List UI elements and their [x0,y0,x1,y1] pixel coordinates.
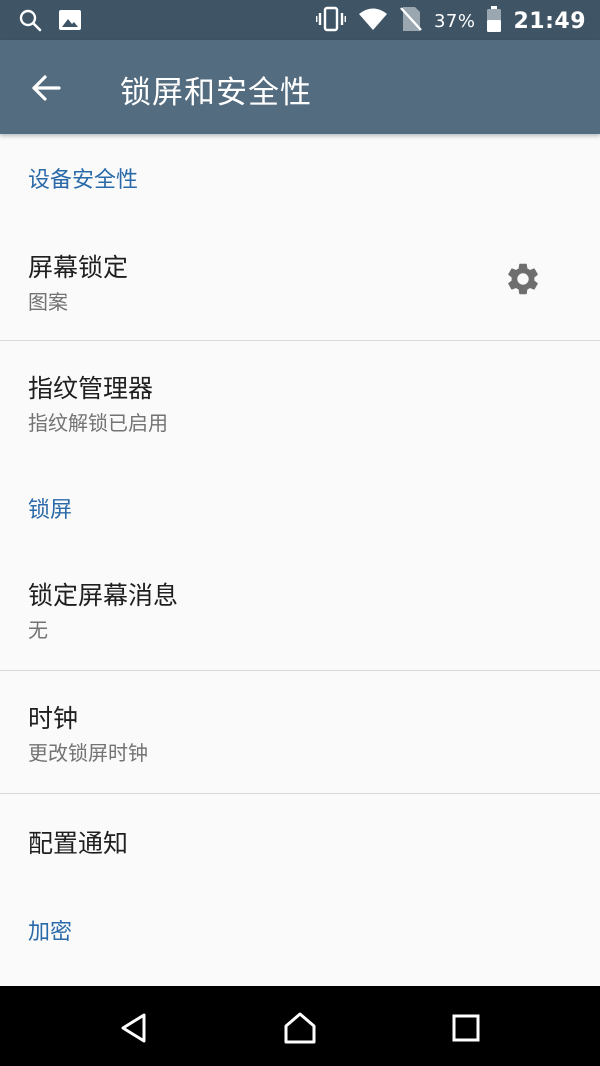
home-icon [284,1012,316,1044]
section-header-lock-screen: 锁屏 [28,498,73,523]
recents-icon [452,1014,480,1042]
image-icon [58,9,82,35]
battery-icon [487,6,502,36]
fingerprint-manager-subtitle: 指纹解锁已启用 [28,411,168,435]
status-clock: 21:49 [513,8,586,34]
navigation-bar [0,986,600,1066]
section-header-encryption: 加密 [28,920,73,945]
list-item-configure-notifications[interactable]: 配置通知 [0,794,600,890]
settings-list[interactable]: 设备安全性 屏幕锁定 图案 指纹管理器 指纹解锁已启用 锁屏 锁定屏幕消息 无 … [0,134,600,986]
lock-screen-message-title: 锁定屏幕消息 [28,581,179,610]
gear-icon [508,263,538,295]
arrow-left-icon [32,75,61,101]
battery-percent: 37% [433,10,476,32]
no-sim-icon [400,6,422,36]
wifi-icon [358,6,388,36]
screen-lock-subtitle: 图案 [28,290,68,314]
lock-screen-message-subtitle: 无 [28,618,48,642]
app-bar: 锁屏和安全性 [0,40,600,134]
nav-recents-button[interactable] [444,1006,488,1050]
clock-title: 时钟 [28,704,79,733]
configure-notifications-title: 配置通知 [28,829,129,858]
list-item-fingerprint-manager[interactable]: 指纹管理器 指纹解锁已启用 [0,341,600,461]
fingerprint-manager-title: 指纹管理器 [28,374,154,403]
status-bar: 37% 21:49 [0,0,600,40]
list-item-lock-screen-message[interactable]: 锁定屏幕消息 无 [0,534,600,670]
vibrate-icon [315,6,347,36]
page-title: 锁屏和安全性 [120,75,312,111]
screen-lock-title: 屏幕锁定 [28,253,129,282]
status-right-icons: 37% 21:49 [315,6,586,36]
screen-lock-settings-button[interactable] [504,260,542,298]
back-button[interactable] [26,68,66,108]
status-left-icons [18,8,82,36]
search-icon [18,8,42,36]
clock-subtitle: 更改锁屏时钟 [28,741,148,765]
back-triangle-icon [121,1013,146,1043]
nav-back-button[interactable] [112,1006,156,1050]
list-item-clock[interactable]: 时钟 更改锁屏时钟 [0,671,600,793]
section-header-device-security: 设备安全性 [28,168,139,193]
nav-home-button[interactable] [278,1006,322,1050]
